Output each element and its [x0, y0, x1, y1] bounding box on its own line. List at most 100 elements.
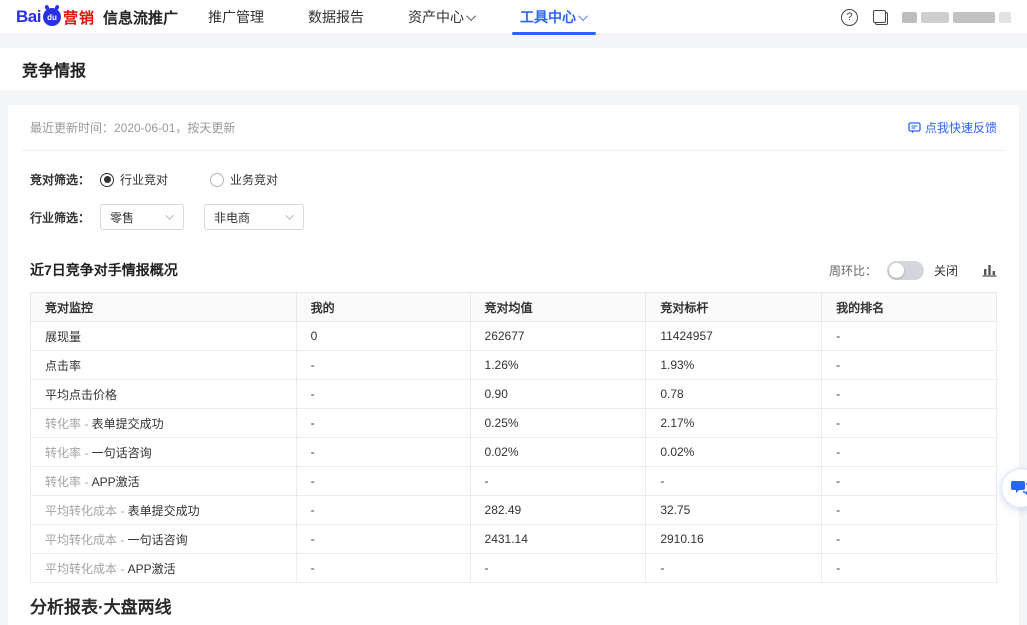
radio-industry-competitor[interactable]: 行业竞对 [100, 171, 168, 188]
page-title-bar: 竞争情报 [0, 48, 1027, 90]
metric-prefix: 平均转化成本 - [45, 533, 128, 547]
table-row: 平均转化成本 - APP激活 - - - - [31, 554, 997, 583]
quick-feedback-link[interactable]: 点我快速反馈 [908, 119, 997, 136]
metric-label: 平均点击价格 [45, 388, 117, 402]
rank-value-cell: - [822, 438, 997, 467]
wow-toggle-state: 关闭 [934, 262, 958, 279]
chat-bubbles-icon [1011, 479, 1027, 497]
benchmark-value-cell: 1.93% [646, 351, 822, 380]
rank-value-cell: - [822, 380, 997, 409]
metric-prefix: 转化率 - [45, 475, 92, 489]
mine-value-cell: - [296, 525, 470, 554]
metric-label: 展现量 [45, 330, 81, 344]
logo-text-brand: 营销 [63, 7, 95, 28]
toggle-knob [889, 263, 904, 278]
avg-value-cell: 282.49 [470, 496, 646, 525]
bar-chart-icon[interactable] [982, 263, 997, 277]
mine-value-cell: - [296, 380, 470, 409]
radio-business-competitor[interactable]: 业务竞对 [210, 171, 278, 188]
benchmark-value-cell: 0.78 [646, 380, 822, 409]
nav-item-asset-center[interactable]: 资产中心 [404, 0, 480, 34]
rank-value-cell: - [822, 496, 997, 525]
mine-value-cell: - [296, 409, 470, 438]
benchmark-value-cell: 32.75 [646, 496, 822, 525]
competitor-filter-label: 竞对筛选： [30, 171, 90, 188]
wow-toggle-label: 周环比： [829, 262, 877, 279]
sub-industry-select[interactable]: 非电商 [204, 204, 304, 230]
rank-value-cell: - [822, 525, 997, 554]
metric-label-cell: 转化率 - 表单提交成功 [31, 409, 297, 438]
metric-prefix: 平均转化成本 - [45, 562, 128, 576]
metric-prefix: 转化率 - [45, 417, 92, 431]
mine-value-cell: - [296, 351, 470, 380]
mine-value-cell: - [296, 438, 470, 467]
metric-label: 表单提交成功 [128, 504, 200, 518]
help-icon[interactable]: ? [841, 9, 858, 26]
industry-filter-label: 行业筛选： [30, 209, 90, 226]
nav-right-area: ? [841, 0, 1011, 34]
select-value: 非电商 [214, 209, 250, 226]
metric-label-cell: 平均转化成本 - 一句话咨询 [31, 525, 297, 554]
rank-value-cell: - [822, 409, 997, 438]
benchmark-value-cell: - [646, 467, 822, 496]
chevron-down-icon [578, 11, 588, 21]
table-row: 平均点击价格 - 0.90 0.78 - [31, 380, 997, 409]
multi-account-icon[interactable] [872, 9, 888, 25]
baidu-paw-icon: du [43, 8, 61, 26]
table-row: 转化率 - 一句话咨询 - 0.02% 0.02% - [31, 438, 997, 467]
col-header-avg: 竞对均值 [470, 293, 646, 322]
last-update-time: 最近更新时间：2020-06-01，按天更新 [30, 119, 235, 136]
week-over-week-toggle[interactable] [887, 261, 924, 280]
metric-label-cell: 展现量 [31, 322, 297, 351]
feedback-comment-icon [908, 122, 921, 134]
rank-value-cell: - [822, 554, 997, 583]
mine-value-cell: - [296, 467, 470, 496]
page-title: 竞争情报 [22, 57, 86, 81]
nav-item-promotion-management[interactable]: 推广管理 [204, 0, 268, 34]
metric-label: APP激活 [92, 475, 140, 489]
table-row: 转化率 - 表单提交成功 - 0.25% 2.17% - [31, 409, 997, 438]
table-header-row: 竞对监控 我的 竞对均值 竞对标杆 我的排名 [31, 293, 997, 322]
nav-item-label: 数据报告 [308, 7, 364, 27]
benchmark-value-cell: 2910.16 [646, 525, 822, 554]
top-nav: Bai du 营销 信息流推广 推广管理 数据报告 资产中心 工具中心 ? [0, 0, 1027, 35]
metric-label-cell: 点击率 [31, 351, 297, 380]
metric-label: 点击率 [45, 359, 81, 373]
chevron-down-icon [285, 211, 293, 219]
metric-prefix: 平均转化成本 - [45, 504, 128, 518]
table-body: 展现量 0 262677 11424957 - 点击率 - 1.26% 1.93… [31, 322, 997, 583]
col-header-mine: 我的 [296, 293, 470, 322]
avg-value-cell: - [470, 467, 646, 496]
industry-select[interactable]: 零售 [100, 204, 184, 230]
nav-item-tool-center[interactable]: 工具中心 [516, 0, 592, 34]
baidu-logo[interactable]: Bai du 营销 [16, 0, 95, 34]
radio-icon [100, 173, 114, 187]
nav-item-data-report[interactable]: 数据报告 [304, 0, 368, 34]
mine-value-cell: 0 [296, 322, 470, 351]
table-row: 平均转化成本 - 表单提交成功 - 282.49 32.75 - [31, 496, 997, 525]
section-title-7day-overview: 近7日竞争对手情报概况 [30, 260, 178, 280]
benchmark-value-cell: 2.17% [646, 409, 822, 438]
nav-item-label: 工具中心 [520, 7, 576, 27]
benchmark-value-cell: 0.02% [646, 438, 822, 467]
col-header-benchmark: 竞对标杆 [646, 293, 822, 322]
avg-value-cell: 0.90 [470, 380, 646, 409]
col-header-monitor: 竞对监控 [31, 293, 297, 322]
metric-label-cell: 平均点击价格 [31, 380, 297, 409]
avg-value-cell: 0.25% [470, 409, 646, 438]
benchmark-value-cell: 11424957 [646, 322, 822, 351]
divider [22, 150, 1005, 151]
metric-label-cell: 转化率 - APP激活 [31, 467, 297, 496]
metric-label: APP激活 [128, 562, 176, 576]
chevron-down-icon [165, 211, 173, 219]
rank-value-cell: - [822, 467, 997, 496]
radio-label: 业务竞对 [230, 171, 278, 188]
next-section-title: 分析报表·大盘两线 [30, 593, 997, 618]
table-row: 展现量 0 262677 11424957 - [31, 322, 997, 351]
benchmark-value-cell: - [646, 554, 822, 583]
avg-value-cell: - [470, 554, 646, 583]
radio-icon [210, 173, 224, 187]
metric-label-cell: 平均转化成本 - 表单提交成功 [31, 496, 297, 525]
user-name-redacted[interactable] [902, 12, 1011, 23]
chevron-down-icon [466, 11, 476, 21]
